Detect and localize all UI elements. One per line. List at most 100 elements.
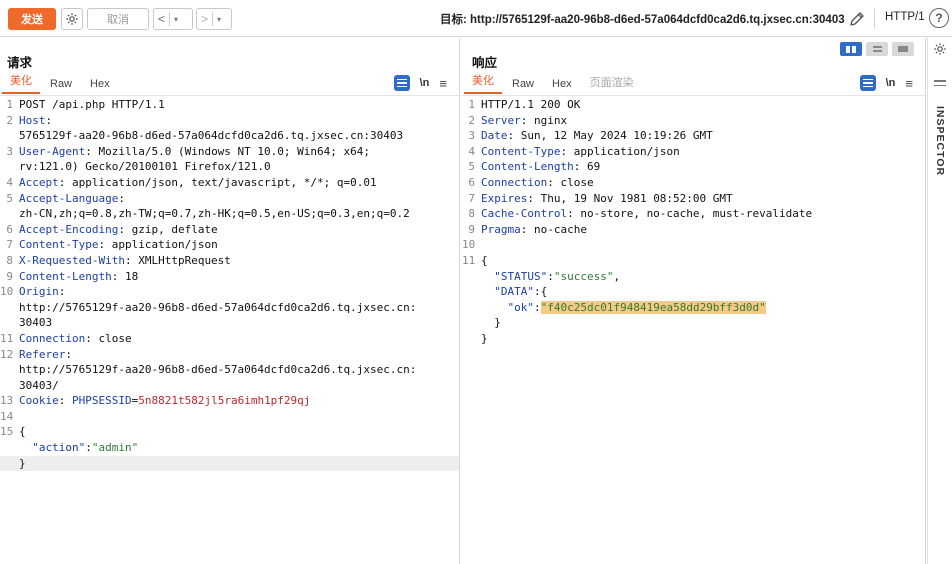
code-token: : Mozilla/5.0 (Windows NT 10.0; Win64; x… — [85, 144, 371, 158]
hamburger-menu-icon[interactable]: ≡ — [905, 76, 913, 91]
code-token: : — [58, 394, 72, 408]
toolbar: 发送 取消 < ▾ > ▾ 目标: http://5765129f-aa20-9… — [0, 0, 952, 37]
code-token: : 69 — [573, 160, 601, 174]
word-wrap-icon[interactable] — [859, 75, 876, 91]
code-token: : — [118, 191, 125, 205]
code-token: } — [481, 331, 488, 345]
tab-hex[interactable]: Hex — [82, 74, 118, 94]
code-line: http://5765129f-aa20-96b8-d6ed-57a064dcf… — [0, 300, 459, 316]
target-url: 目标: http://5765129f-aa20-96b8-d6ed-57a06… — [440, 14, 845, 26]
code-token: HTTP/1.1 200 OK — [481, 98, 581, 111]
code-line: 11 { — [462, 253, 925, 269]
code-token: http://5765129f-aa20-96b8-d6ed-57a064dcf… — [19, 300, 417, 314]
line-number: 1 — [6, 98, 13, 111]
chevron-left-icon: < — [158, 12, 166, 26]
line-number: 7 — [6, 238, 13, 252]
code-token: "STATUS" — [494, 269, 548, 283]
code-token: : application/json, text/javascript, */*… — [58, 175, 377, 189]
back-nav-button[interactable]: < ▾ — [153, 8, 193, 30]
code-token: : gzip, deflate — [118, 222, 218, 236]
chevron-down-icon[interactable]: ▾ — [170, 15, 182, 24]
header-name: Connection — [19, 331, 86, 345]
code-token: } — [481, 316, 501, 330]
code-token: PHPSESSID — [72, 394, 132, 408]
tab-pretty[interactable]: 美化 — [2, 74, 40, 94]
code-line: } — [462, 331, 925, 347]
response-tab-tools: \n ≡ — [859, 75, 913, 91]
pencil-icon[interactable] — [846, 8, 868, 30]
inspector-sidebar: INSPECTOR — [927, 38, 952, 564]
code-token: : no-store, no-cache, must-revalidate — [567, 207, 813, 221]
code-token: : — [58, 285, 66, 299]
word-wrap-icon[interactable] — [393, 75, 410, 91]
line-number: 8 — [6, 253, 13, 267]
code-token: "DATA" — [494, 285, 534, 299]
cancel-button[interactable]: 取消 — [87, 8, 149, 30]
line-number: 5 — [6, 191, 13, 205]
side-by-side-layout-button[interactable] — [840, 42, 862, 56]
request-tabs: 美化 Raw Hex — [0, 74, 459, 94]
header-name: Origin — [19, 285, 59, 299]
line-number: 9 — [468, 222, 475, 236]
stacked-layout-button[interactable] — [866, 42, 888, 56]
line-number: 1 — [468, 98, 475, 111]
newline-toggle[interactable]: \n — [420, 77, 430, 89]
code-line: http://5765129f-aa20-96b8-d6ed-57a064dcf… — [0, 362, 459, 378]
code-token: : — [85, 441, 92, 455]
response-title: 响应 — [472, 56, 498, 70]
code-line: 14 — [0, 409, 459, 425]
header-name: Content-Length — [481, 160, 574, 174]
code-line: 5 Accept-Language: — [0, 191, 459, 207]
code-line: } — [462, 315, 925, 331]
collapse-lines-icon[interactable] — [934, 80, 946, 89]
code-token: POST /api.php HTTP/1.1 — [19, 98, 165, 111]
code-line: 13 Cookie: PHPSESSID=5n8821t582jl5ra6imh1… — [0, 393, 459, 409]
code-token: zh-CN,zh;q=0.8,zh-TW;q=0.7,zh-HK;q=0.5,e… — [19, 207, 410, 221]
forward-nav-button[interactable]: > ▾ — [196, 8, 232, 30]
line-number: 3 — [468, 129, 475, 143]
http-version-toggle[interactable]: HTTP/1 — [885, 11, 925, 23]
code-token: { — [481, 253, 488, 267]
code-token: http://5765129f-aa20-96b8-d6ed-57a064dcf… — [19, 363, 417, 377]
header-name: X-Requested-With — [19, 253, 125, 267]
code-line: } — [0, 455, 459, 472]
highlighted-value: "f40c25dc01f948419ea58dd29bff3d0d" — [540, 300, 766, 314]
gear-icon[interactable] — [933, 42, 947, 56]
code-line: "DATA":{ — [462, 284, 925, 300]
inspector-tab[interactable]: INSPECTOR — [934, 106, 946, 176]
line-number: 2 — [6, 113, 13, 127]
code-line: 6 Accept-Encoding: gzip, deflate — [0, 222, 459, 238]
code-line: zh-CN,zh;q=0.8,zh-TW;q=0.7,zh-HK;q=0.5,e… — [0, 206, 459, 222]
chevron-down-icon[interactable]: ▾ — [213, 15, 225, 24]
tab-pretty[interactable]: 美化 — [464, 74, 502, 94]
code-token: rv:121.0) Gecko/20100101 Firefox/121.0 — [19, 160, 271, 174]
settings-gear-button[interactable] — [61, 8, 83, 30]
code-line: 7 Expires: Thu, 19 Nov 1981 08:52:00 GMT — [462, 191, 925, 207]
tab-hex[interactable]: Hex — [544, 74, 580, 94]
code-line: 1 HTTP/1.1 200 OK — [462, 97, 925, 113]
tab-render[interactable]: 页面渲染 — [582, 74, 642, 94]
header-name: Server — [481, 113, 521, 127]
single-pane-layout-button[interactable] — [892, 42, 914, 56]
send-button[interactable]: 发送 — [8, 8, 56, 30]
help-icon[interactable]: ? — [929, 8, 949, 28]
tab-raw[interactable]: Raw — [42, 74, 80, 94]
code-line: 1 POST /api.php HTTP/1.1 — [0, 97, 459, 113]
header-name: Cookie — [19, 394, 59, 408]
response-editor[interactable]: 1 HTTP/1.1 200 OK 2 Server: nginx 3 Date: Sun… — [462, 97, 925, 347]
line-number: 13 — [0, 394, 14, 408]
hamburger-menu-icon[interactable]: ≡ — [439, 76, 447, 91]
code-token: : application/json — [98, 238, 218, 252]
line-number: 3 — [6, 144, 13, 158]
divider — [0, 95, 459, 96]
newline-toggle[interactable]: \n — [886, 77, 896, 89]
line-number: 9 — [6, 269, 13, 283]
request-editor[interactable]: 1 POST /api.php HTTP/1.1 2 Host: 5765129f-aa… — [0, 97, 459, 472]
code-line: 3 User-Agent: Mozilla/5.0 (Windows NT 10.… — [0, 144, 459, 160]
line-number: 11 — [462, 253, 476, 267]
code-token: : — [547, 269, 554, 283]
tab-raw[interactable]: Raw — [504, 74, 542, 94]
code-line: 2 Server: nginx — [462, 113, 925, 129]
